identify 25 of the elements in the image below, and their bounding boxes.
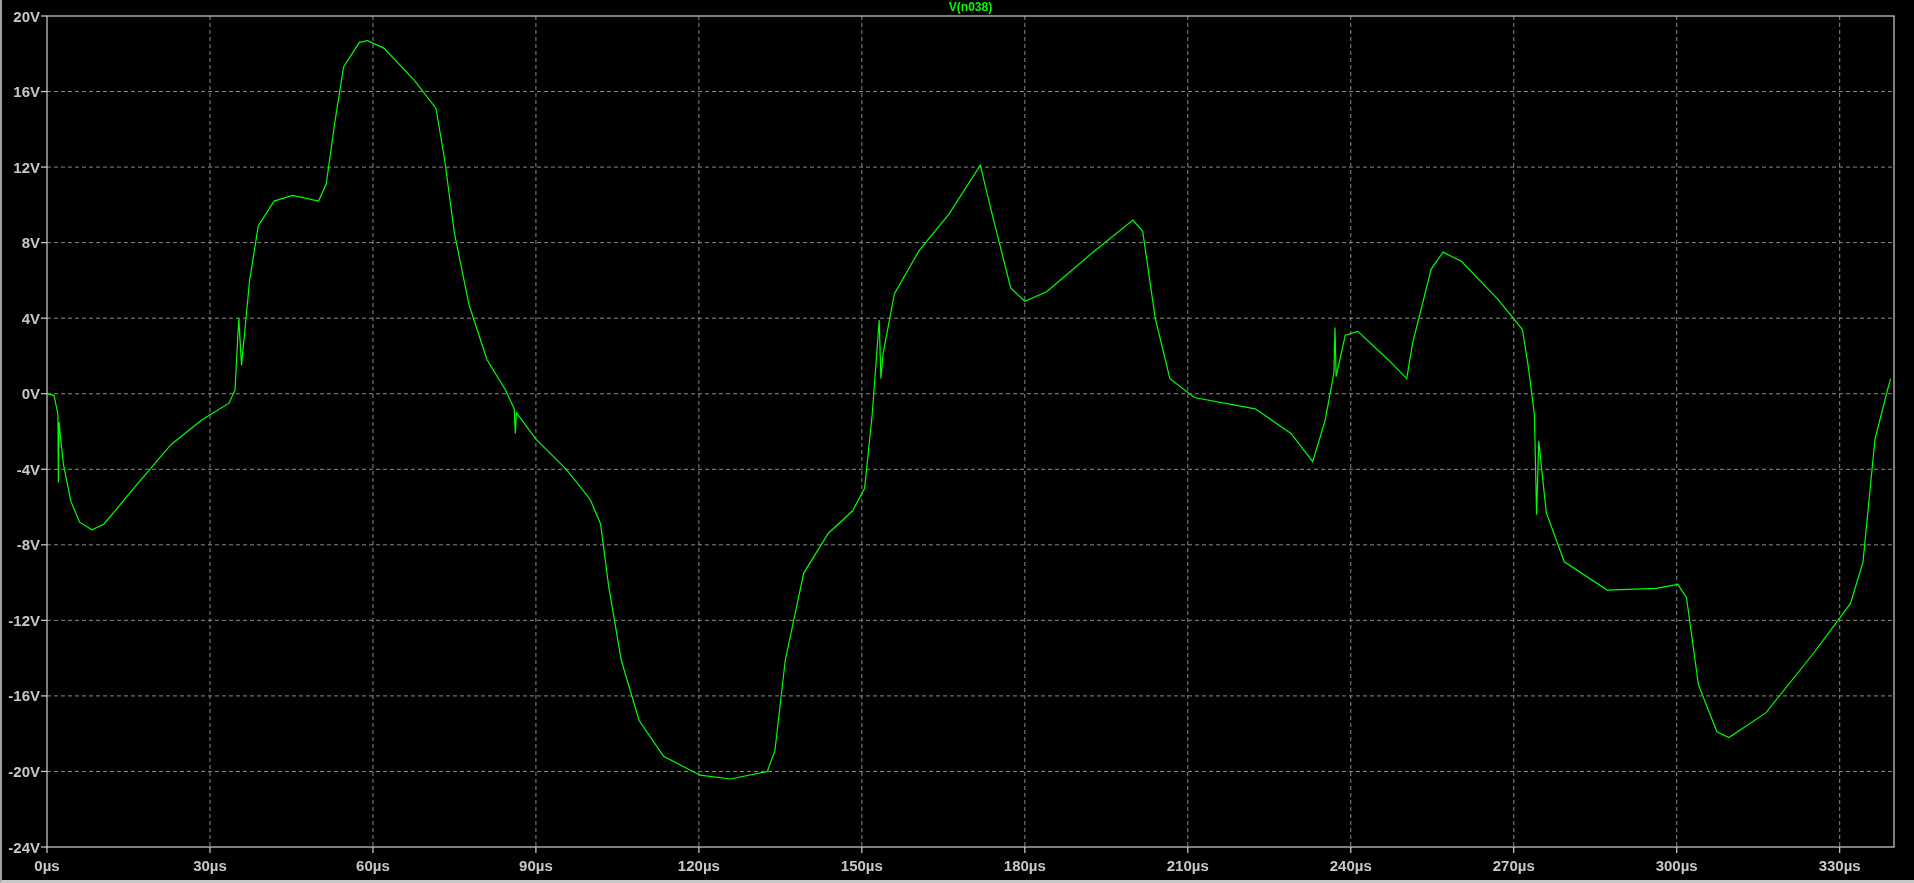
x-tick-label: 120µs (677, 857, 720, 874)
x-tick-label: 270µs (1492, 857, 1535, 874)
y-tick-label: -8V (16, 536, 40, 554)
y-tick-label: -12V (8, 611, 40, 629)
y-tick-label: -4V (16, 460, 40, 478)
x-tick-label: 90µs (519, 857, 553, 874)
y-tick-label: 20V (13, 7, 40, 25)
y-tick-label: -16V (8, 687, 40, 705)
x-tick-label: 240µs (1329, 857, 1372, 874)
x-tick-label: 180µs (1003, 857, 1046, 874)
y-tick-label: 12V (13, 158, 40, 176)
y-tick-label: 0V (21, 385, 40, 403)
x-tick-label: 300µs (1655, 857, 1698, 874)
y-tick-label: 8V (21, 234, 40, 252)
y-tick-label: 4V (21, 309, 40, 327)
x-tick-label: 30µs (193, 857, 227, 874)
trace-label: V(n038) (948, 0, 993, 14)
x-tick-label: 150µs (840, 857, 883, 874)
y-tick-label: -24V (8, 838, 40, 856)
x-tick-label: 0µs (34, 857, 60, 874)
x-tick-label: 330µs (1818, 857, 1861, 874)
x-tick-label: 210µs (1166, 857, 1209, 874)
x-tick-label: 60µs (356, 857, 390, 874)
y-tick-label: -20V (8, 762, 40, 780)
y-tick-label: 16V (13, 83, 40, 101)
